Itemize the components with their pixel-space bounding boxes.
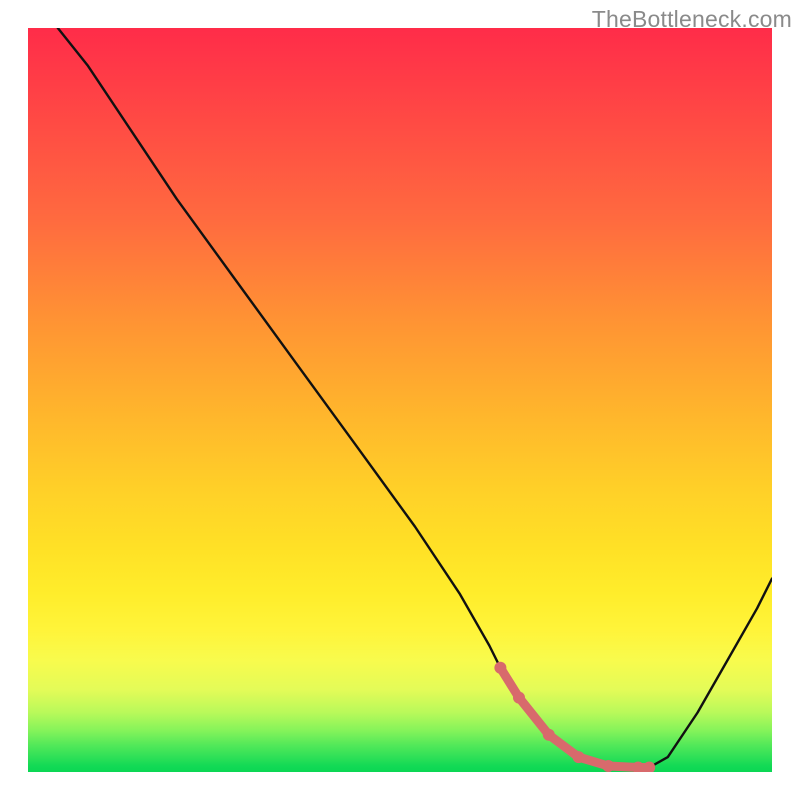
highlight-dot (602, 760, 614, 772)
highlight-dot (494, 662, 506, 674)
chart-stage: TheBottleneck.com (0, 0, 800, 800)
highlight-dot (573, 751, 585, 763)
curve-line (58, 28, 772, 768)
highlight-dot (543, 729, 555, 741)
highlight-dot (513, 692, 525, 704)
chart-overlay-svg (28, 28, 772, 772)
watermark-text: TheBottleneck.com (592, 6, 792, 33)
plot-area (28, 28, 772, 772)
highlight-dots-group (494, 662, 655, 772)
